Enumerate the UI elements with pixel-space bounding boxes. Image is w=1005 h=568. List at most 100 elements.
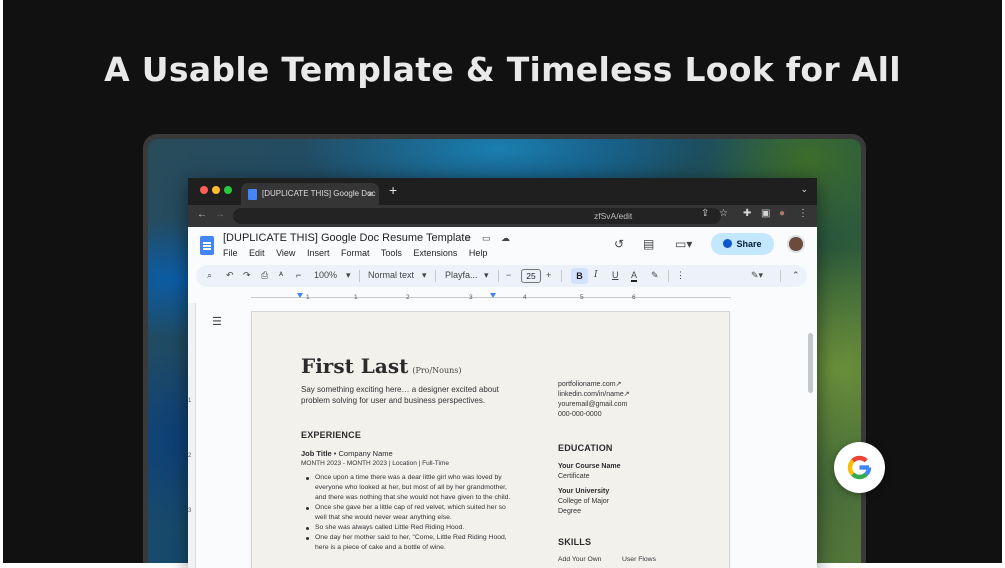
resume-intro: Say something exciting here… a designer … [301,385,499,405]
share-icon[interactable]: ⇪ [701,208,709,219]
spellcheck-icon[interactable]: ᴬ [279,270,283,280]
editing-mode-icon[interactable]: ✎▾ [751,270,763,281]
print-icon[interactable]: ⎙ [261,270,268,281]
google-docs-app: [DUPLICATE THIS] Google Doc Resume Templ… [188,227,817,568]
menu-view[interactable]: View [276,248,295,258]
document-page[interactable]: First Last (Pro/Nouns) Say something exci… [251,311,730,568]
menu-extensions[interactable]: Extensions [413,248,457,258]
kebab-menu-icon[interactable]: ⋮ [798,208,808,219]
menu-help[interactable]: Help [469,248,488,258]
scrollbar[interactable] [808,303,813,568]
menu-insert[interactable]: Insert [307,248,330,258]
hide-menus-chevron-icon[interactable]: ⌃ [792,270,800,281]
ruler-tick: 6 [632,294,636,301]
docs-logo-icon[interactable] [200,236,214,255]
education-heading: EDUCATION [558,443,613,453]
scrollbar-thumb[interactable] [808,333,813,393]
sidepanel-icon[interactable]: ▣ [761,208,770,219]
bold-button[interactable]: B [571,268,588,284]
share-label: Share [736,239,762,249]
horizontal-ruler: 1 1 2 3 4 5 6 [188,291,817,303]
url-bar[interactable]: zfSvA/edit [233,208,721,224]
vertical-ruler: 1 2 3 [188,303,196,568]
divider [359,270,360,282]
document-title[interactable]: [DUPLICATE THIS] Google Doc Resume Templ… [223,232,471,244]
tab-title: [DUPLICATE THIS] Google Doc [262,189,376,198]
skill-item: User Flows [622,556,656,563]
highlight-icon[interactable]: ✎ [651,270,659,281]
globe-icon [723,239,733,248]
more-options-icon[interactable]: ⋮ [676,270,685,281]
increase-font-button[interactable]: + [546,270,551,280]
college-name: College of Major [558,498,609,505]
divider [435,270,436,282]
browser-window: [DUPLICATE THIS] Google Doc × + ⌄ ← → zf… [188,178,817,568]
job-title-line: Job Title • Company Name [301,449,393,458]
italic-button[interactable]: I [594,270,598,280]
move-folder-icon[interactable]: ▭ [482,233,491,244]
font-chevron-icon[interactable]: ▾ [484,270,489,281]
skill-item: Add Your Own [558,556,602,563]
linkedin-link[interactable]: linkedin.com/in/name↗ [558,390,630,400]
minimize-window-button[interactable] [212,186,220,194]
undo-icon[interactable]: ↶ [226,270,234,281]
google-logo-badge [834,442,885,493]
menu-format[interactable]: Format [341,248,370,258]
tab-close-icon[interactable]: × [368,183,373,205]
zoom-chevron-icon[interactable]: ▾ [346,270,351,281]
ruler-tick: 2 [406,294,410,301]
paint-format-icon[interactable]: ⌐ [296,270,301,280]
forward-button[interactable]: → [215,209,225,220]
font-select[interactable]: Playfa... [445,270,478,280]
resume-name: First Last (Pro/Nouns) [301,354,462,378]
education-entry-2: Your University College of Major Degree [558,487,609,517]
left-indent-marker[interactable] [297,293,303,298]
new-tab-button[interactable]: + [389,182,397,198]
job-meta: MONTH 2023 - MONTH 2023 | Location | Ful… [301,460,449,467]
text-color-button[interactable]: A [631,270,638,282]
redo-icon[interactable]: ↷ [243,270,251,281]
zoom-select[interactable]: 100% [314,270,337,280]
menu-tools[interactable]: Tools [381,248,402,258]
browser-tab-active[interactable]: [DUPLICATE THIS] Google Doc × [241,183,379,205]
star-document-icon[interactable]: ☆ [464,233,472,244]
version-history-icon[interactable]: ↺ [614,237,624,251]
meet-icon[interactable]: ▭▾ [675,237,692,251]
maximize-window-button[interactable] [224,186,232,194]
experience-heading: EXPERIENCE [301,430,362,440]
right-indent-marker[interactable] [490,293,496,298]
menu-bar: File Edit View Insert Format Tools Exten… [223,248,496,258]
tab-search-chevron-icon[interactable]: ⌄ [800,184,808,195]
font-size-input[interactable]: 25 [521,269,541,283]
extensions-icon[interactable]: ✚ [743,208,751,219]
portfolio-link[interactable]: portfolioname.com↗ [558,380,630,390]
style-chevron-icon[interactable]: ▾ [422,270,427,281]
docs-header: [DUPLICATE THIS] Google Doc Resume Templ… [188,227,817,265]
phone-text: 000-000-0000 [558,411,602,418]
address-bar-row: ← → zfSvA/edit ⇪ ☆ ✚ ▣ ● ⋮ [188,205,817,227]
university-name: Your University [558,488,610,495]
cloud-status-icon: ☁ [501,233,510,243]
docs-favicon-icon [248,189,257,200]
star-icon[interactable]: ☆ [719,208,728,219]
document-outline-icon[interactable]: ☰ [212,315,222,328]
back-button[interactable]: ← [197,209,207,220]
profile-icon[interactable]: ● [779,208,785,219]
style-select[interactable]: Normal text [368,270,414,280]
menu-edit[interactable]: Edit [249,248,265,258]
menu-file[interactable]: File [223,248,238,258]
formatting-toolbar: ⌕ ↶ ↷ ⎙ ᴬ ⌐ 100% ▾ Normal text ▾ Playfa.… [196,265,807,287]
search-menus-icon[interactable]: ⌕ [207,270,212,281]
underline-button[interactable]: U [612,270,619,280]
ruler-tick: 5 [580,294,584,301]
close-window-button[interactable] [200,186,208,194]
ruler-tick: 4 [523,294,527,301]
decrease-font-button[interactable]: − [506,270,511,280]
avatar[interactable] [787,235,805,253]
list-item: So she was always called Little Red Ridi… [306,523,515,533]
list-item: Once she gave her a little cap of red ve… [306,503,515,523]
ruler-tick: 1 [306,294,310,301]
share-button[interactable]: Share [711,233,774,255]
comments-icon[interactable]: ▤ [643,237,654,251]
ruler-tick: 3 [469,294,473,301]
